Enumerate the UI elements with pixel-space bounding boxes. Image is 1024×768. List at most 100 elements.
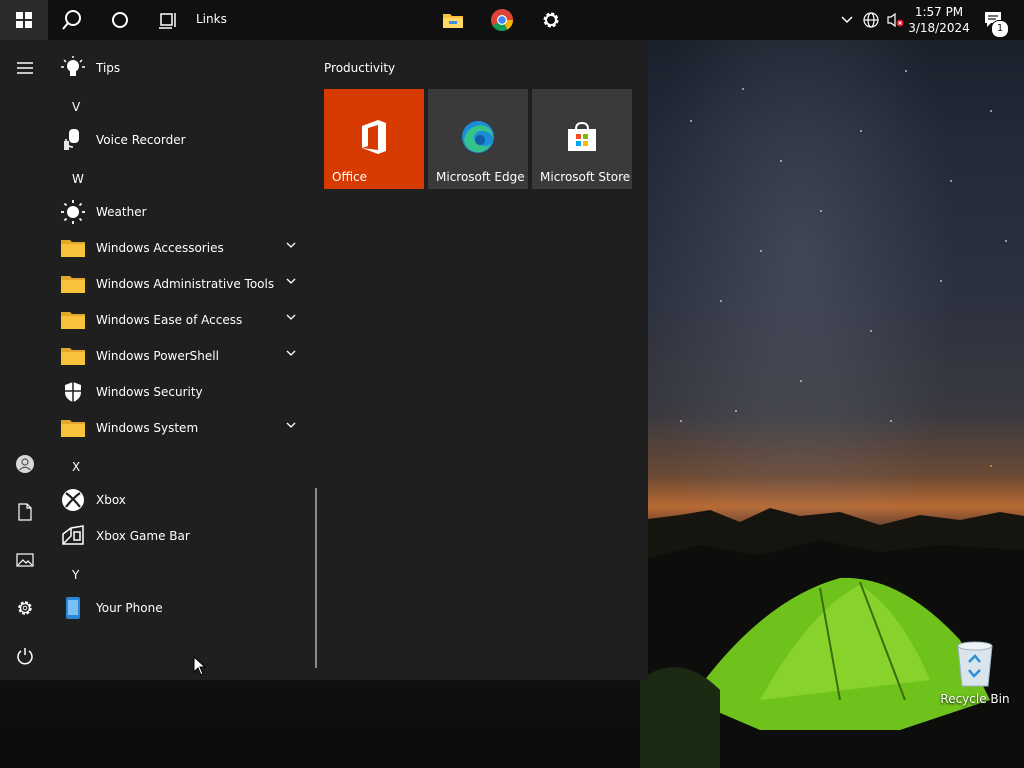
volume-muted-icon [887,12,904,28]
documents-icon [18,503,32,521]
chevron-down-icon[interactable] [286,350,296,357]
settings-button[interactable] [9,592,41,624]
search-button[interactable] [52,0,92,40]
settings-taskbar-button[interactable] [531,0,571,40]
app-label: Voice Recorder [96,133,186,147]
power-button[interactable] [9,640,41,672]
settings-icon [18,601,32,615]
settings-icon [543,12,559,28]
game-bar-icon [62,525,84,545]
phone-icon [66,597,80,619]
chevron-up-icon [841,16,853,24]
documents-button[interactable] [9,496,41,528]
letter-header-x[interactable]: X [72,460,80,474]
app-label: Windows PowerShell [96,349,219,363]
pictures-icon [16,553,34,567]
sun-icon [61,200,85,224]
app-label: Windows System [96,421,199,435]
tile-label: Microsoft Store [540,170,631,184]
show-hidden-icons-button[interactable] [838,0,856,40]
tile-microsoft-store[interactable]: Microsoft Store [532,89,632,189]
app-folder-windows-administrative-tools[interactable]: Windows Administrative Tools [60,266,306,302]
app-folder-windows-accessories[interactable]: Windows Accessories [60,230,306,266]
volume-button[interactable] [884,0,906,40]
network-globe-icon [863,12,879,28]
user-icon [16,455,34,473]
app-tips[interactable]: Tips [60,50,306,86]
app-label: Xbox [96,493,126,507]
clock-date: 3/18/2024 [908,21,970,35]
app-list-scrollbar[interactable] [315,488,317,668]
recycle-bin-icon [957,641,993,687]
mouse-cursor-icon [193,656,207,676]
pictures-button[interactable] [9,544,41,576]
tile-microsoft-edge[interactable]: Microsoft Edge [428,89,528,189]
app-label: Weather [96,205,147,219]
user-account-button[interactable] [9,448,41,480]
folder-icon [61,276,85,293]
app-folder-windows-ease-of-access[interactable]: Windows Ease of Access [60,302,306,338]
recycle-bin-label: Recycle Bin [940,692,1010,706]
start-menu: Tips V Voice Recorder W Weather Windows … [0,40,648,680]
action-center-button[interactable]: 1 [980,0,1009,40]
network-button[interactable] [860,0,882,40]
search-icon [62,10,81,30]
office-icon [362,120,386,154]
task-view-button[interactable] [148,0,188,40]
app-windows-security[interactable]: Windows Security [60,374,306,410]
cortana-button[interactable] [100,0,140,40]
lightbulb-icon [61,56,85,76]
task-view-icon [159,13,176,29]
app-folder-windows-system[interactable]: Windows System [60,410,306,446]
recycle-bin-desktop-icon[interactable]: Recycle Bin [940,640,1010,710]
windows-start-icon [16,12,32,28]
links-toolbar-label[interactable]: Links [196,12,227,26]
app-label: Windows Security [96,385,203,399]
start-button[interactable] [0,0,48,40]
app-label: Xbox Game Bar [96,529,190,543]
chrome-icon [491,9,513,31]
tile-group-header[interactable]: Productivity [324,61,395,75]
app-folder-windows-powershell[interactable]: Windows PowerShell [60,338,306,374]
tile-label: Office [332,170,368,184]
tile-label: Microsoft Edge [436,170,525,184]
letter-header-y[interactable]: Y [72,568,79,582]
notification-count-badge: 1 [991,20,1009,38]
app-weather[interactable]: Weather [60,194,306,230]
app-list: Tips V Voice Recorder W Weather Windows … [50,40,310,680]
clock[interactable]: 1:57 PM 3/18/2024 [905,4,973,36]
power-icon [17,648,33,665]
expand-menu-button[interactable] [9,52,41,84]
start-menu-rail [0,40,50,680]
microphone-icon [64,129,79,150]
app-xbox-game-bar[interactable]: Xbox Game Bar [60,518,306,554]
app-label: Tips [96,61,121,75]
store-icon [568,121,596,151]
chevron-down-icon[interactable] [286,278,296,285]
app-voice-recorder[interactable]: Voice Recorder [60,122,306,158]
folder-icon [61,240,85,257]
xbox-icon [62,489,84,511]
app-xbox[interactable]: Xbox [60,482,306,518]
clock-time: 1:57 PM [914,5,964,19]
app-label: Windows Accessories [96,241,224,255]
chevron-down-icon[interactable] [286,422,296,429]
app-label: Windows Administrative Tools [96,277,275,291]
chrome-taskbar-button[interactable] [482,0,522,40]
cortana-icon [112,12,128,28]
app-label: Your Phone [96,601,163,615]
folder-icon [61,348,85,365]
taskbar: Links 1:57 PM 3/18/2024 1 [0,0,1024,40]
edge-icon [462,121,494,153]
letter-header-w[interactable]: W [72,172,84,186]
shield-icon [65,382,81,402]
letter-header-v[interactable]: V [72,100,80,114]
app-your-phone[interactable]: Your Phone [60,590,306,626]
file-explorer-taskbar-button[interactable] [433,0,473,40]
folder-icon [61,420,85,437]
tile-office[interactable]: Office [324,89,424,189]
app-label: Windows Ease of Access [96,313,243,327]
chevron-down-icon[interactable] [286,242,296,249]
chevron-down-icon[interactable] [286,314,296,321]
hamburger-menu-icon [17,62,33,74]
